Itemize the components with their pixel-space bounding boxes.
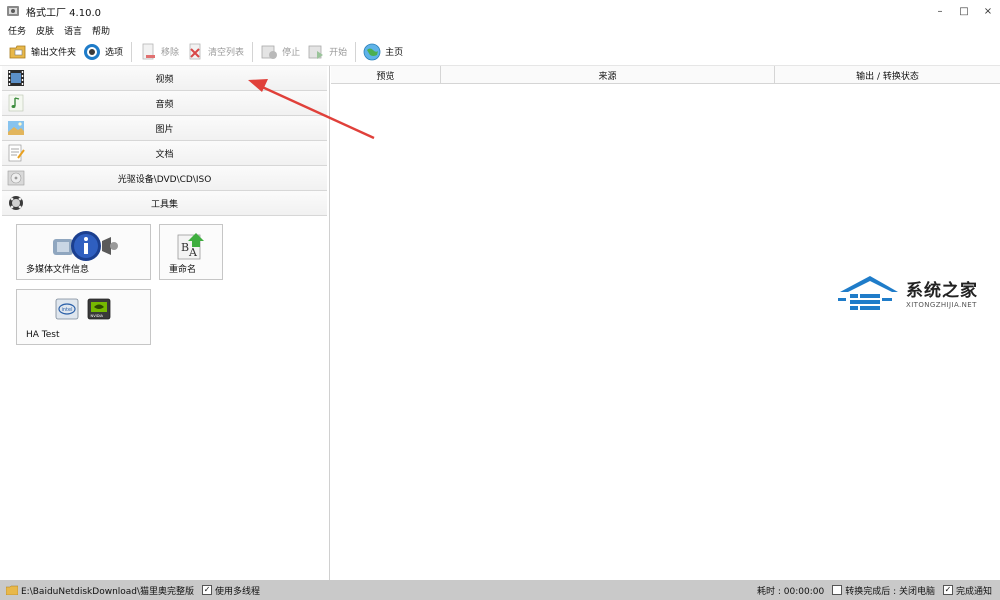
- category-disc[interactable]: 光驱设备\DVD\CD\ISO: [2, 166, 327, 191]
- ha-test-label: HA Test: [26, 330, 60, 340]
- window-controls: – □ ×: [928, 0, 1000, 22]
- column-preview[interactable]: 预览: [331, 66, 441, 84]
- multithread-label: 使用多线程: [215, 586, 261, 597]
- watermark-url: XITONGZHIJIA.NET: [906, 301, 977, 309]
- svg-text:A: A: [188, 246, 198, 259]
- folder-icon: [8, 42, 28, 62]
- remove-label: 移除: [161, 48, 180, 58]
- remove-icon: [138, 42, 158, 62]
- output-folder-button[interactable]: 输出文件夹: [8, 40, 76, 64]
- toolbar: 输出文件夹 选项 移除 清空列表 停止 开始 主页: [0, 38, 1000, 66]
- conversion-list: 预览 来源 输出 / 转换状态: [331, 66, 1000, 580]
- disc-icon: [6, 168, 26, 188]
- menu-language[interactable]: 语言: [64, 24, 82, 37]
- start-icon: [306, 42, 326, 62]
- menu-bar: 任务 皮肤 语言 帮助: [0, 22, 1000, 38]
- rename-label: 重命名: [169, 265, 197, 275]
- options-label: 选项: [105, 48, 124, 58]
- stop-icon: [259, 42, 279, 62]
- category-tools-label: 工具集: [150, 199, 178, 210]
- toolbar-separator: [131, 41, 133, 62]
- menu-skin[interactable]: 皮肤: [36, 24, 54, 37]
- multithread-checkbox[interactable]: ✓: [202, 585, 213, 595]
- category-picture-label: 图片: [155, 124, 174, 135]
- menu-task[interactable]: 任务: [8, 24, 26, 37]
- folder-icon: [5, 585, 19, 596]
- status-bar: E:\BaiduNetdiskDownload\猫里奥完整版 ✓ 使用多线程 耗…: [0, 580, 1000, 600]
- category-tools[interactable]: 工具集: [2, 191, 327, 216]
- ha-test-tile[interactable]: intel NVIDIA HA Test: [16, 289, 151, 345]
- category-document-label: 文档: [155, 149, 174, 160]
- media-info-icon: [53, 229, 119, 266]
- nvidia-logo-text: NVIDIA: [91, 314, 104, 318]
- toolbar-separator: [252, 41, 254, 62]
- rename-tile[interactable]: B A 重命名: [159, 224, 223, 280]
- options-gear-icon: [82, 42, 102, 62]
- clear-list-label: 清空列表: [208, 48, 245, 58]
- clear-list-button[interactable]: 清空列表: [185, 40, 244, 64]
- list-header: 预览 来源 输出 / 转换状态: [331, 66, 1000, 84]
- category-disc-label: 光驱设备\DVD\CD\ISO: [117, 174, 212, 185]
- stop-label: 停止: [282, 48, 301, 58]
- window-title: 格式工厂 4.10.0: [26, 7, 101, 19]
- notify-label: 完成通知: [955, 586, 992, 597]
- output-path[interactable]: E:\BaiduNetdiskDownload\猫里奥完整版: [21, 584, 194, 597]
- column-status[interactable]: 输出 / 转换状态: [775, 66, 1000, 84]
- close-button[interactable]: ×: [976, 0, 1000, 22]
- category-picture[interactable]: 图片: [2, 116, 327, 141]
- menu-help[interactable]: 帮助: [92, 24, 110, 37]
- column-source[interactable]: 来源: [441, 66, 775, 84]
- watermark-title: 系统之家: [906, 281, 978, 301]
- maximize-button[interactable]: □: [952, 0, 976, 22]
- globe-icon: [362, 42, 382, 62]
- category-video-label: 视频: [155, 74, 174, 85]
- category-panel: 视频 音频 图片 文档 光驱设备\DVD\CD\ISO 工具集 多媒体文件信息 …: [0, 66, 330, 580]
- intel-logo-icon: intel: [55, 298, 79, 323]
- music-note-icon: [6, 93, 26, 113]
- category-video[interactable]: 视频: [2, 66, 327, 91]
- tools-icon: [6, 193, 26, 213]
- toolbar-separator: [355, 41, 357, 62]
- category-audio-label: 音频: [155, 99, 174, 110]
- start-label: 开始: [329, 48, 348, 58]
- category-document[interactable]: 文档: [2, 141, 327, 166]
- category-audio[interactable]: 音频: [2, 91, 327, 116]
- stop-button[interactable]: 停止: [259, 40, 300, 64]
- tool-tiles: 多媒体文件信息 B A 重命名 intel NVIDIA HA Test: [0, 216, 329, 596]
- after-done-checkbox[interactable]: [832, 585, 843, 595]
- watermark-logo-icon: [838, 276, 898, 310]
- notify-checkbox[interactable]: ✓: [942, 585, 953, 595]
- watermark: 系统之家 XITONGZHIJIA.NET: [836, 270, 996, 320]
- document-icon: [6, 143, 26, 163]
- after-done-label: 转换完成后 : 关闭电脑: [845, 586, 935, 597]
- home-label: 主页: [385, 48, 404, 58]
- elapsed-time: 耗时 : 00:00:00: [757, 586, 825, 597]
- rename-icon: B A: [176, 231, 208, 264]
- nvidia-logo-icon: NVIDIA: [87, 298, 111, 323]
- media-info-tile[interactable]: 多媒体文件信息: [16, 224, 151, 280]
- intel-logo-text: intel: [62, 307, 73, 313]
- media-info-label: 多媒体文件信息: [26, 265, 90, 275]
- film-icon: [6, 68, 26, 88]
- app-icon: [6, 4, 20, 18]
- svg-text:B: B: [181, 241, 189, 254]
- start-button[interactable]: 开始: [306, 40, 347, 64]
- clear-list-icon: [185, 42, 205, 62]
- output-folder-label: 输出文件夹: [31, 48, 77, 58]
- home-button[interactable]: 主页: [362, 40, 403, 64]
- title-bar: 格式工厂 4.10.0 – □ ×: [0, 0, 1000, 22]
- remove-button[interactable]: 移除: [138, 40, 179, 64]
- picture-icon: [6, 118, 26, 138]
- minimize-button[interactable]: –: [928, 0, 952, 22]
- options-button[interactable]: 选项: [82, 40, 123, 64]
